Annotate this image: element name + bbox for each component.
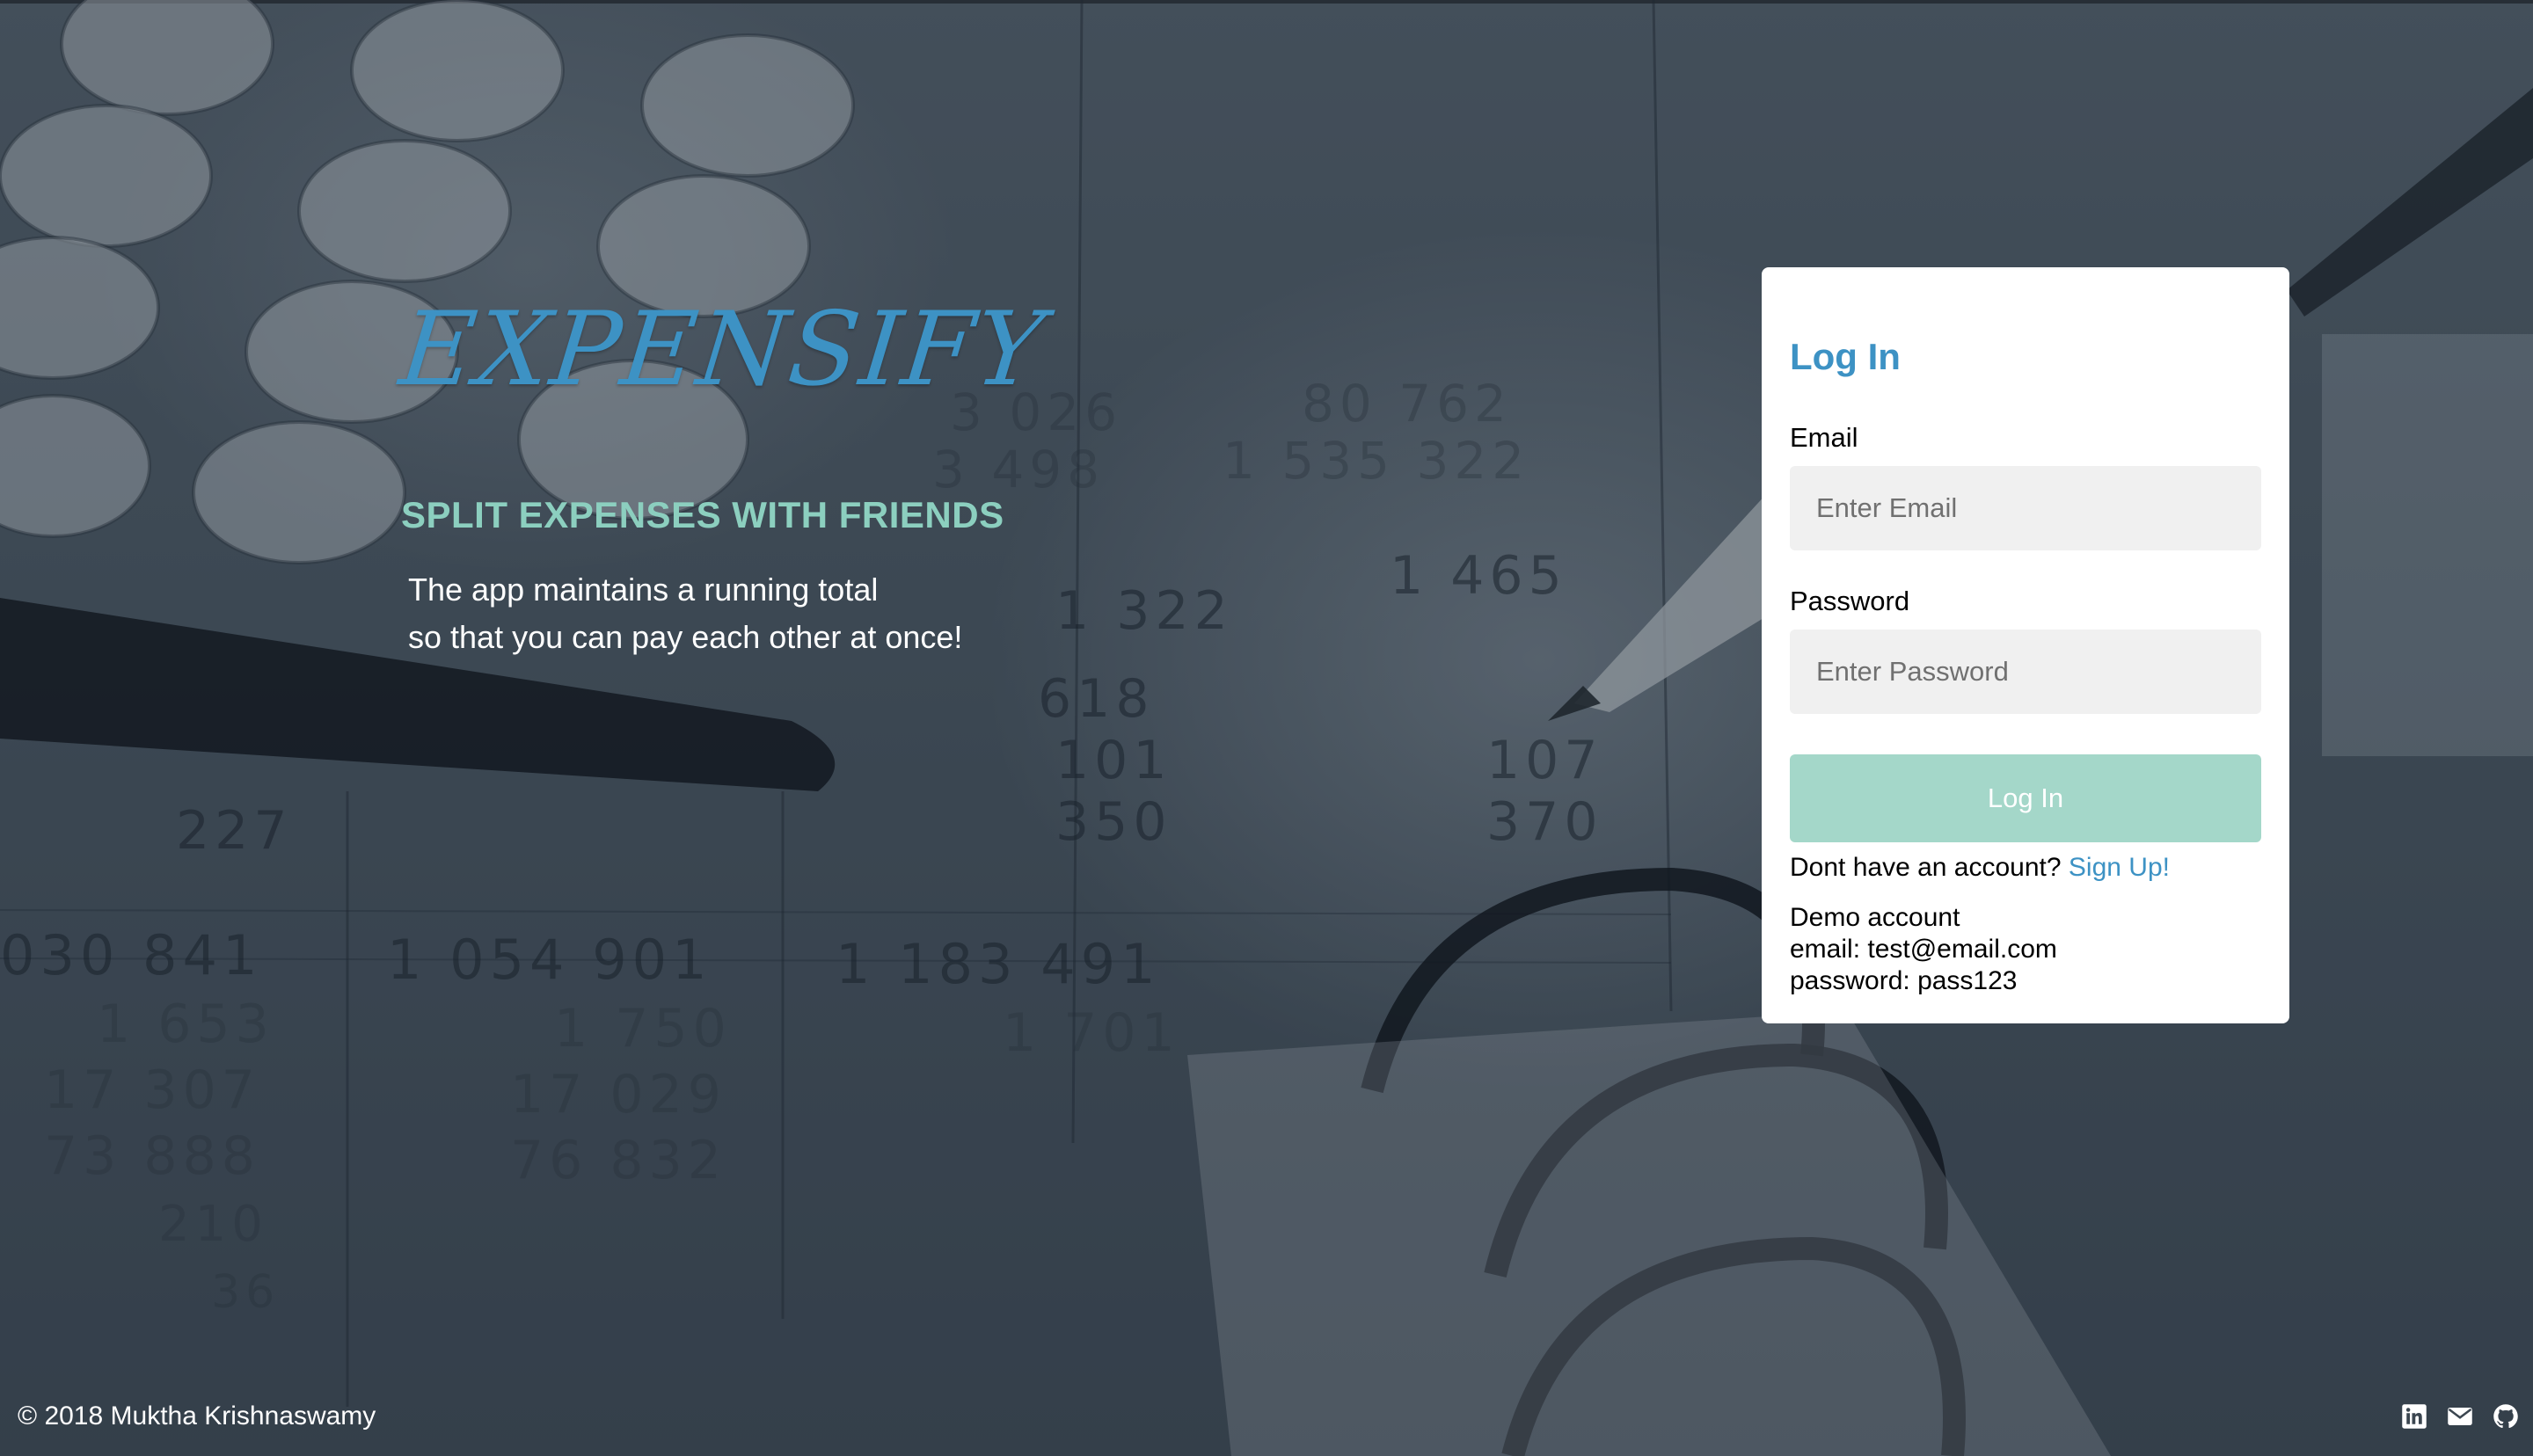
signup-prompt: Dont have an account? (1790, 853, 2062, 882)
footer-social-links (2401, 1403, 2519, 1430)
description-line: The app maintains a running total (408, 571, 879, 608)
email-input[interactable] (1790, 466, 2261, 550)
description-line: so that you can pay each other at once! (408, 619, 963, 655)
tagline: SPLIT EXPENSES WITH FRIENDS (401, 494, 1004, 535)
footer-copyright: © 2018 Muktha Krishnaswamy (18, 1401, 376, 1431)
password-label: Password (1790, 586, 1910, 616)
github-icon[interactable] (2493, 1403, 2519, 1430)
linkedin-icon[interactable] (2401, 1403, 2427, 1430)
demo-account-info: Demo account email: test@email.com passw… (1790, 902, 2261, 997)
demo-heading: Demo account (1790, 903, 1960, 932)
demo-password: password: pass123 (1790, 966, 2018, 995)
signup-link[interactable]: Sign Up! (2069, 853, 2170, 882)
app-logo: EXPENSIFY (394, 290, 1051, 409)
login-title: Log In (1790, 336, 1901, 377)
email-label: Email (1790, 422, 1858, 453)
signup-prompt-row: Dont have an account? Sign Up! (1790, 853, 2261, 883)
login-button[interactable]: Log In (1790, 754, 2261, 842)
hero-section: EXPENSIFY SPLIT EXPENSES WITH FRIENDS Th… (395, 290, 1193, 661)
login-card: Log In Email Password Log In Dont have a… (1762, 267, 2289, 1023)
app-description: The app maintains a running total so tha… (408, 566, 1193, 661)
mail-icon[interactable] (2447, 1403, 2473, 1430)
password-input[interactable] (1790, 630, 2261, 714)
demo-email: email: test@email.com (1790, 935, 2057, 964)
